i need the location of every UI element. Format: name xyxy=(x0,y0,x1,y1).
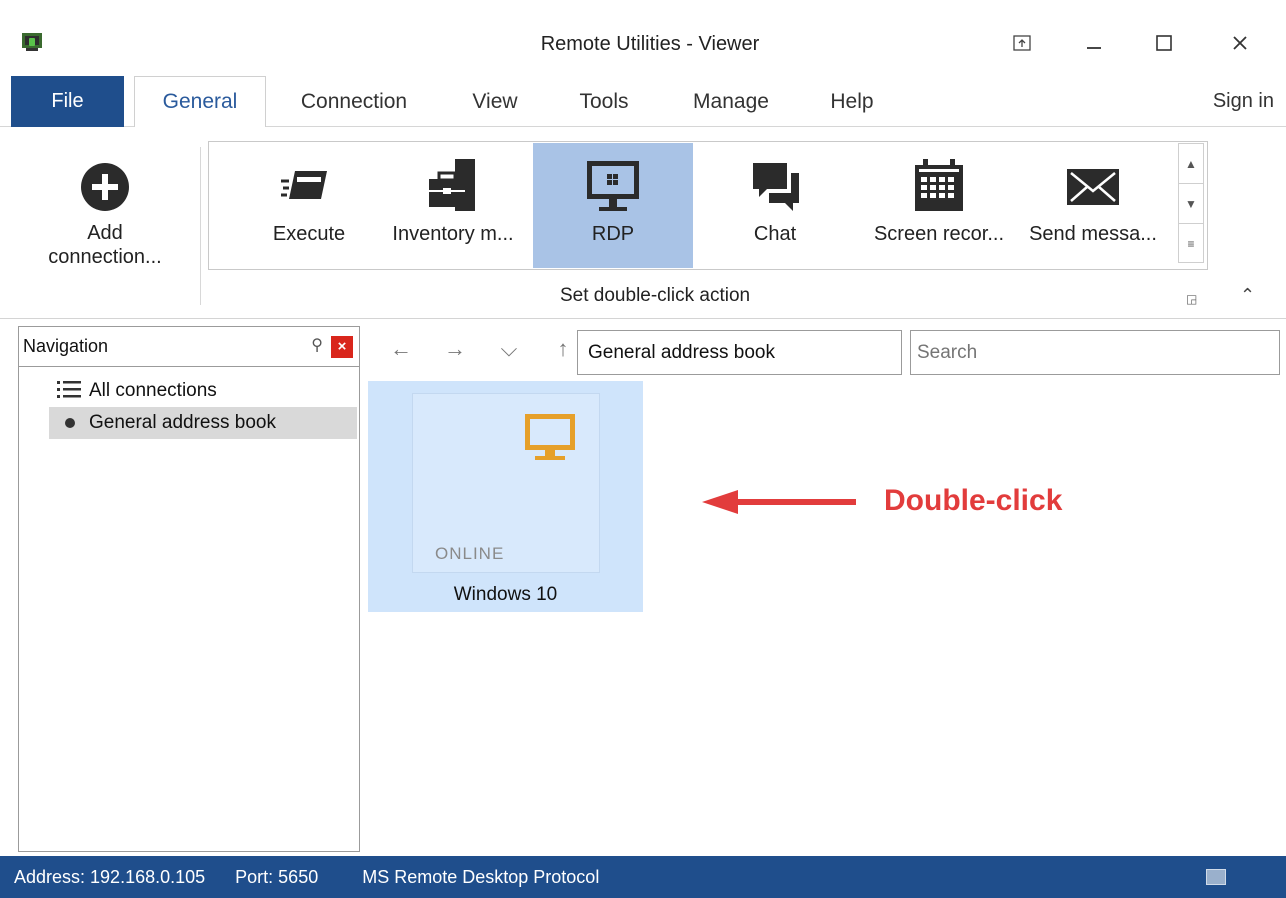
close-icon[interactable] xyxy=(1220,26,1260,60)
status-protocol: MS Remote Desktop Protocol xyxy=(362,866,600,887)
back-arrow-icon[interactable]: ← xyxy=(374,336,428,362)
history-chevron-down-icon[interactable]: ⌵ xyxy=(482,336,536,362)
tab-help[interactable]: Help xyxy=(818,76,886,127)
nav-item-label: All connections xyxy=(89,380,217,401)
tab-view[interactable]: View xyxy=(460,76,530,127)
action-screen-recording[interactable]: Screen recor... xyxy=(855,143,1023,268)
tab-file[interactable]: File xyxy=(11,76,124,127)
double-click-action-gallery: Execute Inventory m... RDP Chat Screen r… xyxy=(208,141,1208,270)
action-send-message[interactable]: Send messa... xyxy=(1015,143,1171,268)
tab-tools[interactable]: Tools xyxy=(566,76,642,127)
add-connection-button[interactable]: Add connection... xyxy=(20,141,190,291)
list-icon xyxy=(49,376,89,406)
execute-icon xyxy=(281,171,327,199)
gallery-expand-icon[interactable]: ≡ xyxy=(1179,224,1203,264)
connection-card: ONLINE xyxy=(412,393,600,573)
ribbon-tabs: File General Connection View Tools Manag… xyxy=(0,76,1286,128)
annotation-label: Double-click xyxy=(884,484,1063,517)
search-input[interactable] xyxy=(910,330,1280,375)
navigation-title: Navigation xyxy=(23,336,109,356)
tab-connection[interactable]: Connection xyxy=(280,76,428,127)
ribbon-separator xyxy=(200,147,201,305)
action-chat[interactable]: Chat xyxy=(695,143,855,268)
action-label: Chat xyxy=(753,223,797,245)
dialog-launcher-icon[interactable]: ◲ xyxy=(1186,292,1197,306)
bullet-icon xyxy=(49,408,89,438)
gallery-scroll-down-icon[interactable]: ▼ xyxy=(1179,184,1203,224)
connection-status: ONLINE xyxy=(435,544,505,563)
annotation-arrow-icon xyxy=(702,490,856,514)
navigation-panel: Navigation ⚲ × All connections General a… xyxy=(18,326,360,852)
tab-general[interactable]: General xyxy=(134,76,266,128)
action-label: Send messa... xyxy=(1029,223,1157,245)
navigation-arrows: ← → ⌵ ↑ xyxy=(374,336,590,362)
action-inventory[interactable]: Inventory m... xyxy=(375,143,531,268)
minimize-icon[interactable] xyxy=(1074,26,1114,60)
gallery-scroller: ▲ ▼ ≡ xyxy=(1178,143,1204,263)
close-panel-icon[interactable]: × xyxy=(331,336,353,358)
action-label: RDP xyxy=(591,223,635,245)
monitor-icon xyxy=(525,414,575,460)
action-execute[interactable]: Execute xyxy=(239,143,379,268)
pin-icon[interactable]: ⚲ xyxy=(311,335,323,355)
title-bar: Remote Utilities - Viewer xyxy=(0,0,1286,76)
add-connection-label-1: Add xyxy=(87,222,123,244)
nav-item-label: General address book xyxy=(89,412,276,433)
connection-name: Windows 10 xyxy=(453,584,558,605)
chat-icon xyxy=(753,163,799,211)
status-address: Address: 192.168.0.105 xyxy=(14,866,206,887)
status-bar: Address: 192.168.0.105 Port: 5650 MS Rem… xyxy=(0,856,1286,898)
maximize-icon[interactable] xyxy=(1144,26,1184,60)
inventory-icon xyxy=(429,159,475,211)
action-label: Screen recor... xyxy=(873,223,1005,245)
calendar-icon xyxy=(915,159,963,211)
tab-manage[interactable]: Manage xyxy=(676,76,786,127)
connection-indicator-icon xyxy=(1206,869,1226,885)
navigation-header: Navigation ⚲ × xyxy=(19,327,359,367)
action-rdp[interactable]: RDP xyxy=(533,143,693,268)
status-port: Port: 5650 xyxy=(235,866,319,887)
ribbon: Add connection... Execute Inventory m...… xyxy=(0,127,1286,319)
forward-arrow-icon[interactable]: → xyxy=(428,336,482,362)
ribbon-group-caption: Set double-click action xyxy=(560,285,751,306)
add-circle-icon xyxy=(81,163,129,211)
sign-in-link[interactable]: Sign in xyxy=(1213,76,1274,127)
nav-item-general-address-book[interactable]: General address book xyxy=(49,407,357,439)
action-label: Inventory m... xyxy=(392,223,514,245)
restore-up-icon[interactable] xyxy=(1002,26,1042,60)
collapse-ribbon-icon[interactable]: ⌃ xyxy=(1240,285,1255,306)
action-label: Execute xyxy=(272,223,346,245)
rdp-monitor-icon xyxy=(587,161,639,211)
add-connection-label-2: connection... xyxy=(48,246,162,268)
connection-tile[interactable]: ONLINE Windows 10 xyxy=(368,381,643,612)
gallery-scroll-up-icon[interactable]: ▲ xyxy=(1179,144,1203,184)
nav-item-all-connections[interactable]: All connections xyxy=(49,375,357,407)
address-path-field[interactable]: General address book xyxy=(577,330,902,375)
envelope-icon xyxy=(1067,169,1119,205)
